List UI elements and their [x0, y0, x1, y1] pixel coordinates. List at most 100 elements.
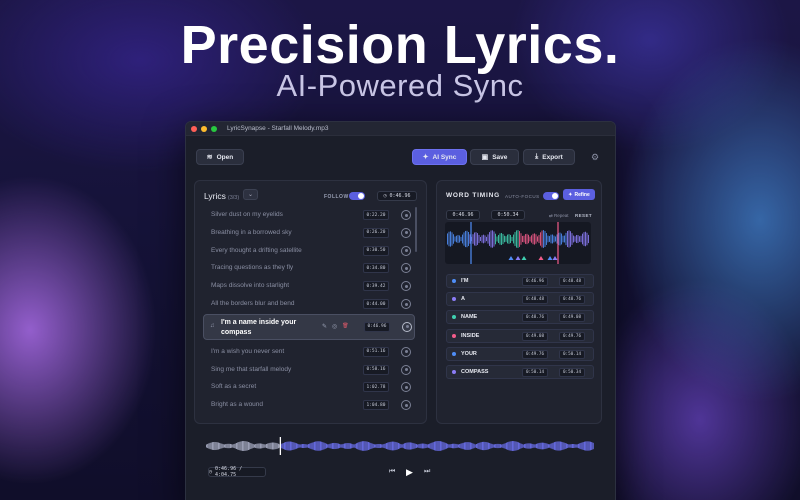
player-wave-bar [424, 443, 426, 449]
sync-target-icon[interactable] [401, 263, 411, 274]
sync-target-icon[interactable] [401, 281, 411, 292]
close-window-button[interactable] [191, 125, 197, 132]
player-wave-bar [562, 442, 564, 450]
follow-toggle[interactable] [349, 192, 365, 200]
lyric-timestamp[interactable]: 0:34.80 [363, 263, 389, 274]
word-waveform[interactable] [445, 222, 591, 264]
lyric-line[interactable]: Silver dust on my eyelids 0:22.20 [203, 207, 415, 223]
range-end-chip[interactable]: 0:50.34 [491, 210, 525, 220]
lyric-timestamp[interactable]: 0:39.42 [363, 281, 389, 292]
word-start-time[interactable]: 0:50.14 [522, 368, 548, 377]
minimize-window-button[interactable] [201, 125, 207, 132]
waveform-bar [519, 231, 520, 247]
previous-icon[interactable]: ⏮ [389, 468, 395, 476]
sync-target-icon[interactable] [401, 210, 411, 220]
lyric-timestamp[interactable]: 0:58.16 [363, 364, 389, 375]
lyric-line[interactable]: Tracing questions as they fly 0:34.80 [203, 260, 415, 276]
lyric-timestamp[interactable]: 0:22.20 [363, 210, 389, 220]
lyric-line-active[interactable]: ♫ ✎ ◎ 🗑 I'm a name inside your compass 0:46.9… [203, 313, 415, 340]
word-start-time[interactable]: 0:48.76 [522, 313, 548, 323]
play-icon[interactable]: ▶ [406, 467, 413, 478]
delete-icon[interactable]: 🗑 [342, 323, 348, 330]
sync-target-icon[interactable] [401, 245, 411, 256]
player-wave-bar [250, 442, 252, 450]
player-waveform[interactable] [206, 437, 594, 455]
word-end-time[interactable]: 0:49.76 [559, 331, 585, 341]
player-wave-bar [232, 444, 234, 448]
player-wave-bar [470, 442, 471, 450]
word-row[interactable]: NAME 0:48.76 0:49.08 [446, 310, 594, 325]
sync-target-icon[interactable] [401, 227, 411, 238]
lyric-timestamp[interactable]: 0:26.20 [363, 227, 389, 238]
word-row[interactable]: I'M 0:46.96 0:48.48 [446, 274, 594, 288]
waveform-bar [574, 236, 576, 242]
sync-target-icon[interactable] [402, 321, 412, 332]
sync-target-icon[interactable] [401, 299, 411, 309]
word-row[interactable]: COMPASS 0:50.14 0:50.34 [446, 365, 594, 379]
range-start-chip[interactable]: 0:46.96 [446, 210, 480, 220]
player-wave-bar [428, 444, 429, 448]
word-color-dot [452, 279, 456, 283]
lyrics-collapse-button[interactable]: ⌄ [243, 189, 258, 200]
player-wave-bar [483, 441, 485, 451]
lyric-line[interactable]: Maps dissolve into starlight 0:39.42 [203, 278, 415, 294]
ai-sync-button[interactable]: ✦ AI Sync [412, 149, 467, 165]
lyric-timestamp[interactable]: 0:51.16 [363, 346, 389, 357]
word-end-time[interactable]: 0:50.34 [559, 368, 585, 377]
lyric-timestamp[interactable]: 0:46.96 [364, 321, 390, 332]
sync-target-icon[interactable] [401, 382, 411, 393]
lyric-line[interactable]: Every thought a drifting satellite 0:30.5… [203, 243, 415, 259]
word-end-time[interactable]: 0:48.48 [559, 277, 585, 286]
word-row[interactable]: A 0:48.48 0:48.76 [446, 292, 594, 307]
player-wave-bar [328, 444, 330, 448]
next-icon[interactable]: ⏭ [424, 468, 430, 476]
word-color-dot [452, 333, 456, 338]
lyrics-scrollbar[interactable] [415, 207, 417, 252]
autofocus-toggle[interactable] [543, 192, 559, 200]
lyric-line[interactable]: Bright as a wound 1:04.80 [203, 397, 415, 413]
target-icon[interactable]: ◎ [332, 323, 337, 330]
lyric-line[interactable]: Soft as a secret 1:02.78 [203, 379, 415, 395]
lyric-timestamp[interactable]: 0:30.50 [363, 245, 389, 256]
save-button[interactable]: ▣ Save [470, 149, 519, 165]
zoom-window-button[interactable] [211, 125, 217, 132]
player-wave-bar [514, 441, 516, 451]
player-wave-bar [485, 442, 487, 450]
reset-button[interactable]: RESET [575, 213, 592, 218]
lyric-timestamp[interactable]: 0:44.00 [363, 299, 389, 309]
export-button[interactable]: ⤓ Export [523, 149, 575, 165]
word-end-time[interactable]: 0:48.76 [559, 295, 585, 305]
sync-target-icon[interactable] [401, 400, 411, 411]
settings-gear-icon[interactable]: ⚙ [591, 152, 599, 163]
word-start-time[interactable]: 0:46.96 [522, 277, 548, 286]
lyric-timestamp[interactable]: 1:02.78 [363, 382, 389, 393]
word-end-time[interactable]: 0:49.08 [559, 313, 585, 323]
word-row[interactable]: YOUR 0:49.76 0:50.14 [446, 346, 594, 361]
player-wave-bar [278, 443, 279, 449]
waveform-bar [522, 235, 523, 243]
sync-target-icon[interactable] [401, 346, 411, 357]
word-end-time[interactable]: 0:50.14 [559, 349, 585, 359]
player-wave-bar [552, 442, 554, 450]
lyric-timestamp[interactable]: 1:04.80 [363, 400, 389, 411]
repeat-button[interactable]: ⇄ Repeat [549, 213, 569, 219]
player-wave-bar [528, 443, 530, 449]
word-row[interactable]: INSIDE 0:49.08 0:49.76 [446, 328, 594, 343]
edit-icon[interactable]: ✎ [322, 323, 327, 330]
refine-button[interactable]: ✦ Refine [563, 189, 595, 200]
title-bar: LyricSynapse - Starfall Melody.mp3 [186, 122, 615, 136]
waveform-icon: ≋ [206, 154, 213, 161]
lyric-line[interactable]: Breathing in a borrowed sky 0:26.20 [203, 225, 415, 241]
open-button[interactable]: ≋ Open [196, 149, 244, 165]
lyric-line[interactable]: All the borders blur and bend 0:44.00 [203, 296, 415, 312]
lyric-line[interactable]: Sing me that starfall melody 0:58.16 [203, 362, 415, 378]
player-wave-bar [312, 442, 314, 450]
player-wave-bar [406, 442, 408, 450]
player-wave-bar [400, 444, 402, 448]
word-start-time[interactable]: 0:48.48 [522, 295, 548, 305]
word-start-time[interactable]: 0:49.76 [522, 349, 548, 359]
lyric-line[interactable]: I'm a wish you never sent 0:51.16 [203, 344, 415, 360]
player-wave-bar [536, 443, 537, 449]
sync-target-icon[interactable] [401, 364, 411, 375]
word-start-time[interactable]: 0:49.08 [522, 331, 548, 341]
